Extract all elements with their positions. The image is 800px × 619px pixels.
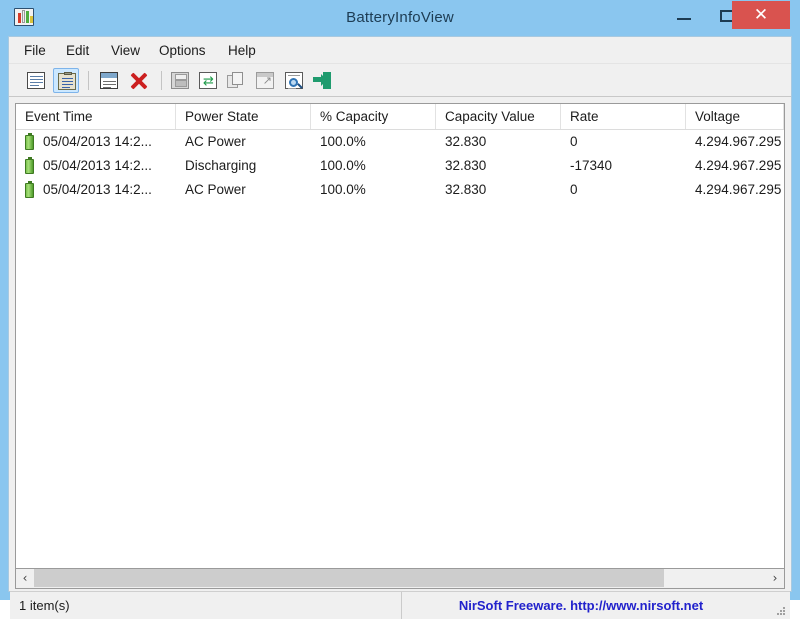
cell-voltage: 4.294.967.295: [686, 154, 784, 178]
copy-button[interactable]: [223, 68, 249, 93]
cell-capacity-value: 32.830: [436, 154, 561, 178]
delete-button[interactable]: [126, 68, 152, 93]
exit-button[interactable]: [309, 68, 335, 93]
menu-item-file[interactable]: File: [17, 41, 53, 61]
client-area: File Edit View Options Help: [8, 36, 792, 592]
nirsoft-credit-link[interactable]: NirSoft Freeware. http://www.nirsoft.net: [402, 592, 790, 619]
cell-event-time: 05/04/2013 14:2...: [16, 154, 176, 178]
html-report-button[interactable]: [281, 68, 307, 93]
save-button[interactable]: [167, 68, 193, 93]
exit-door-icon: [313, 72, 331, 89]
close-button[interactable]: ✕: [732, 1, 790, 29]
refresh-icon: ⇄: [199, 72, 217, 89]
cell-power-state: AC Power: [176, 178, 311, 202]
item-properties-button[interactable]: ↗: [252, 68, 278, 93]
cell-voltage: 4.294.967.295: [686, 178, 784, 202]
properties-window-icon: ↗: [256, 72, 274, 89]
cell-capacity-value: 32.830: [436, 130, 561, 154]
cell-rate: 0: [561, 130, 686, 154]
table-row[interactable]: 05/04/2013 14:2... AC Power 100.0% 32.83…: [16, 178, 784, 202]
cell-event-time: 05/04/2013 14:2...: [16, 178, 176, 202]
cell-power-state: AC Power: [176, 130, 311, 154]
summary-view-button[interactable]: [23, 68, 49, 93]
horizontal-scrollbar[interactable]: ‹ ›: [15, 569, 785, 589]
list-rows: 05/04/2013 14:2... AC Power 100.0% 32.83…: [16, 130, 784, 568]
menu-item-edit[interactable]: Edit: [59, 41, 96, 61]
copy-icon: [227, 72, 245, 89]
cell-rate: -17340: [561, 154, 686, 178]
scroll-right-arrow-icon[interactable]: ›: [766, 569, 784, 587]
scrollbar-track[interactable]: [34, 569, 766, 587]
document-list-icon: [27, 72, 45, 89]
minimize-icon: [677, 18, 691, 20]
column-header-rate[interactable]: Rate: [561, 104, 686, 129]
status-bar: 1 item(s) NirSoft Freeware. http://www.n…: [10, 591, 790, 619]
column-header-power-state[interactable]: Power State: [176, 104, 311, 129]
floppy-save-icon: [171, 72, 189, 89]
item-count-label: 1 item(s): [10, 592, 402, 619]
column-header-percent-capacity[interactable]: % Capacity: [311, 104, 436, 129]
toolbar: ⇄ ↗: [9, 64, 791, 97]
scroll-left-arrow-icon[interactable]: ‹: [16, 569, 34, 587]
table-row[interactable]: 05/04/2013 14:2... AC Power 100.0% 32.83…: [16, 130, 784, 154]
resize-grip-icon[interactable]: [775, 605, 787, 617]
cell-power-state: Discharging: [176, 154, 311, 178]
list-header-row: Event Time Power State % Capacity Capaci…: [16, 104, 784, 130]
menu-bar: File Edit View Options Help: [9, 37, 791, 64]
cell-event-time: 05/04/2013 14:2...: [16, 130, 176, 154]
cell-rate: 0: [561, 178, 686, 202]
cell-percent-capacity: 100.0%: [311, 154, 436, 178]
column-header-capacity-value[interactable]: Capacity Value: [436, 104, 561, 129]
application-window: BatteryInfoView ✕ File Edit View Options…: [0, 0, 800, 600]
red-x-icon: [130, 72, 148, 89]
refresh-button[interactable]: ⇄: [195, 68, 221, 93]
window-properties-icon: [100, 72, 118, 89]
log-view-button[interactable]: [53, 68, 79, 93]
magnifier-report-icon: [285, 72, 303, 89]
column-header-voltage[interactable]: Voltage: [686, 104, 784, 129]
cell-voltage: 4.294.967.295: [686, 130, 784, 154]
title-bar[interactable]: BatteryInfoView ✕: [0, 0, 800, 36]
column-header-event-time[interactable]: Event Time: [16, 104, 176, 129]
clipboard-icon: [58, 73, 76, 90]
scrollbar-thumb[interactable]: [34, 569, 664, 587]
cell-percent-capacity: 100.0%: [311, 130, 436, 154]
cell-percent-capacity: 100.0%: [311, 178, 436, 202]
menu-item-view[interactable]: View: [104, 41, 147, 61]
event-list-view[interactable]: Event Time Power State % Capacity Capaci…: [15, 103, 785, 569]
minimize-button[interactable]: [664, 1, 706, 29]
toolbar-separator: [88, 71, 89, 90]
menu-item-options[interactable]: Options: [152, 41, 213, 61]
cell-capacity-value: 32.830: [436, 178, 561, 202]
properties-button[interactable]: [96, 68, 122, 93]
toolbar-separator-2: [161, 71, 162, 90]
close-icon: ✕: [732, 1, 790, 29]
menu-item-help[interactable]: Help: [221, 41, 263, 61]
table-row[interactable]: 05/04/2013 14:2... Discharging 100.0% 32…: [16, 154, 784, 178]
